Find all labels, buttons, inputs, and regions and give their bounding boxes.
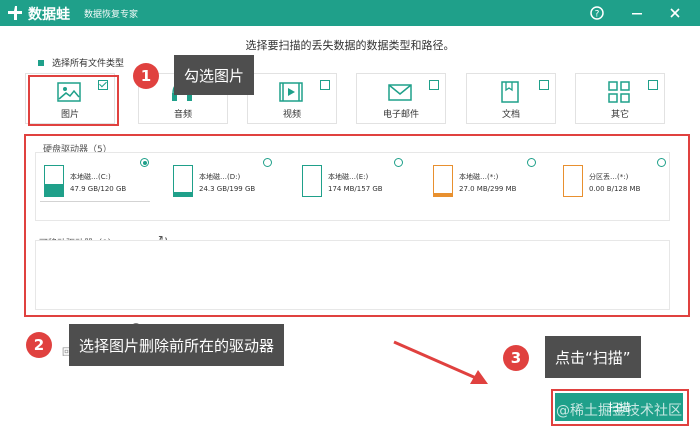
arrow-icon [393, 340, 488, 384]
help-icon[interactable]: ? [588, 4, 606, 22]
type-card-documents[interactable]: 文档 [466, 73, 556, 124]
email-checkbox[interactable] [429, 80, 439, 90]
app-subtitle: 数据恢复专家 [84, 10, 139, 20]
highlight-images-card [28, 75, 119, 126]
highlight-drive-panel [24, 134, 690, 317]
video-checkbox[interactable] [320, 80, 330, 90]
type-label-email: 电子邮件 [382, 110, 419, 120]
app-logo-icon [8, 6, 22, 20]
step-1-badge: 1 [133, 63, 159, 89]
type-label-audio: 音频 [173, 110, 192, 120]
documents-checkbox[interactable] [539, 80, 549, 90]
step-3-badge: 3 [503, 345, 529, 371]
step-3-callout: 点击“扫描” [545, 336, 641, 378]
select-all-label: 选择所有文件类型 [52, 59, 125, 69]
title-bar: 数据蛙 数据恢复专家 ? [0, 0, 700, 26]
watermark: @稀土掘金技术社区 [556, 403, 682, 419]
step-2-callout: 选择图片删除前所在的驱动器 [69, 324, 285, 366]
instruction-text: 选择要扫描的丢失数据的数据类型和路径。 [245, 39, 455, 52]
document-icon [501, 81, 519, 103]
email-icon [388, 84, 412, 101]
video-icon [279, 82, 303, 102]
type-card-video[interactable]: 视频 [247, 73, 337, 124]
type-label-other: 其它 [610, 110, 629, 120]
type-label-video: 视频 [282, 110, 301, 120]
svg-text:?: ? [595, 10, 600, 20]
step-2-badge: 2 [26, 332, 52, 358]
select-all-checkbox[interactable] [38, 59, 44, 66]
type-card-email[interactable]: 电子邮件 [356, 73, 446, 124]
minimize-icon[interactable] [628, 4, 646, 22]
other-icon [608, 81, 630, 103]
type-card-other[interactable]: 其它 [575, 73, 665, 124]
other-checkbox[interactable] [648, 80, 658, 90]
step-1-callout: 勾选图片 [174, 55, 255, 95]
close-icon[interactable] [666, 4, 684, 22]
select-all-file-types[interactable]: 选择所有文件类型 [38, 56, 124, 69]
type-label-documents: 文档 [501, 110, 520, 120]
app-name: 数据蛙 [28, 7, 70, 23]
